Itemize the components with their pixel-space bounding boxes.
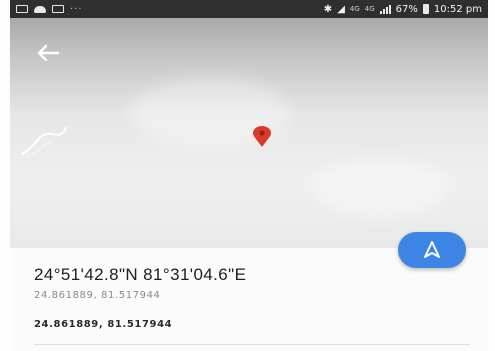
- map-area: [310, 158, 450, 218]
- map-view[interactable]: ogle: [10, 18, 488, 248]
- map-road: [21, 127, 67, 159]
- battery-percent: 67%: [395, 3, 418, 15]
- signal-icon: [379, 4, 391, 14]
- message-icon: [16, 5, 28, 13]
- coordinates-dms[interactable]: 24°51'42.8"N 81°31'04.6"E: [34, 265, 246, 285]
- network-type-2: 4G: [364, 5, 375, 13]
- clock: 10:52 pm: [433, 3, 482, 15]
- status-bar-left: ···: [16, 4, 83, 15]
- cloud-icon: [34, 5, 46, 13]
- status-bar-right: ✱ ◢ 4G 4G 67% 10:52 pm: [324, 4, 482, 15]
- network-type-1: 4G: [349, 5, 360, 13]
- coordinates-decimal-detail[interactable]: 24.861889, 81.517944: [34, 319, 172, 330]
- wifi-icon: ◢: [337, 3, 345, 15]
- status-bar: ··· ✱ ◢ 4G 4G 67% 10:52 pm: [10, 0, 488, 18]
- app-frame: ··· ✱ ◢ 4G 4G 67% 10:52 pm 24°51'42.8"N …: [0, 0, 495, 351]
- battery-icon: [422, 4, 429, 14]
- coordinates-decimal[interactable]: 24.861889, 81.517944: [34, 290, 161, 301]
- navigate-button[interactable]: [398, 232, 466, 268]
- location-pin-icon[interactable]: [252, 126, 272, 148]
- back-arrow-icon[interactable]: [36, 44, 62, 62]
- bluetooth-icon: ✱: [323, 3, 333, 15]
- navigation-arrow-icon: [424, 241, 440, 258]
- more-notifications-icon: ···: [70, 3, 83, 15]
- image-icon: [52, 5, 64, 13]
- divider: [34, 344, 470, 345]
